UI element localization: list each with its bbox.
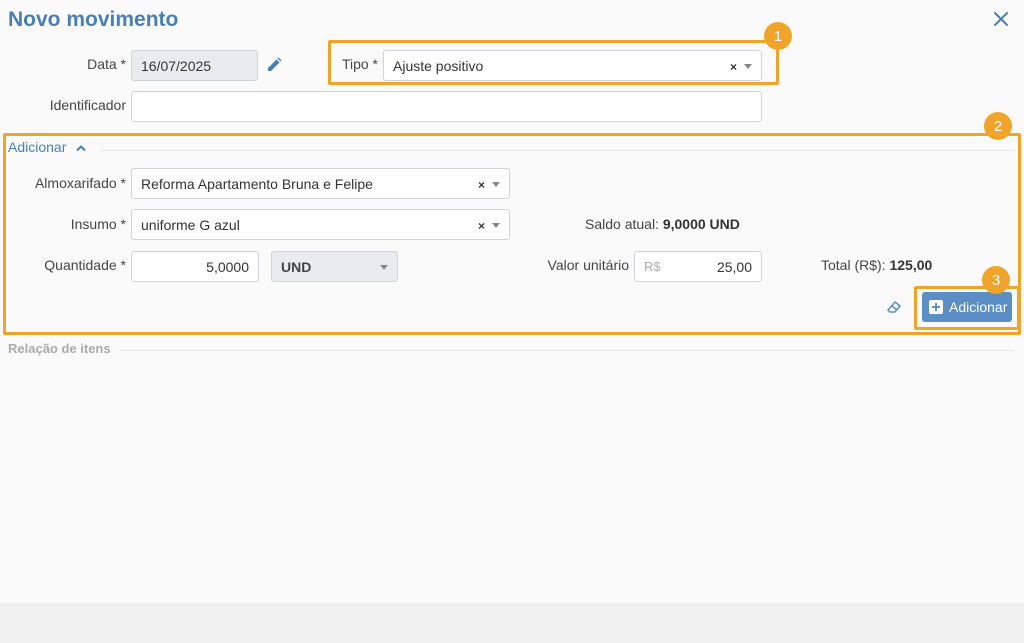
step-badge-2: 2: [984, 112, 1012, 140]
pencil-icon[interactable]: [266, 57, 282, 73]
relacao-section-title: Relação de itens: [8, 341, 111, 356]
identificador-label: Identificador: [49, 97, 126, 113]
close-icon[interactable]: [992, 10, 1010, 28]
relacao-divider: [120, 350, 1015, 351]
dialog-title: Novo movimento: [8, 8, 179, 31]
data-label: Data *: [87, 56, 126, 72]
highlight-2: [3, 133, 1021, 335]
highlight-3: [914, 286, 1020, 330]
novo-movimento-dialog: Novo movimento Data * 16/07/2025 Tipo * …: [0, 0, 1024, 603]
step-badge-1: 1: [764, 22, 792, 50]
identificador-input[interactable]: [131, 91, 762, 122]
data-value: 16/07/2025: [141, 57, 212, 74]
data-field[interactable]: 16/07/2025: [131, 50, 258, 81]
step-badge-3: 3: [982, 266, 1010, 294]
highlight-1: [328, 40, 779, 85]
